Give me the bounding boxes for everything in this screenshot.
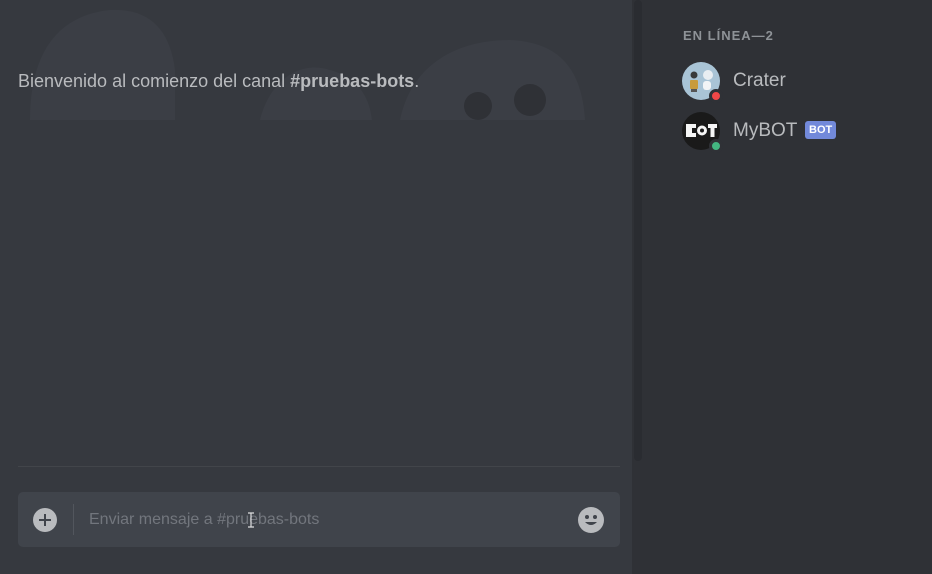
channel-name[interactable]: #pruebas-bots <box>290 71 414 91</box>
member-item-crater[interactable]: Crater <box>682 62 922 106</box>
plus-circle-icon[interactable] <box>33 508 57 532</box>
composer-divider <box>18 466 620 467</box>
emoji-smile-icon[interactable] <box>578 507 604 533</box>
bot-badge: BOT <box>805 121 837 139</box>
composer-separator <box>73 504 74 535</box>
chat-area: Bienvenido al comienzo del canal #prueba… <box>0 0 644 574</box>
member-list: EN LÍNEA—2 Crater MyBOT BOT <box>644 0 932 574</box>
message-input[interactable] <box>89 504 559 535</box>
member-name: Crater <box>733 70 786 91</box>
member-item-mybot[interactable]: MyBOT BOT <box>682 112 922 156</box>
member-name: MyBOT <box>733 120 798 141</box>
message-composer <box>18 492 620 547</box>
status-online-indicator <box>709 139 723 153</box>
welcome-illustration <box>30 9 585 120</box>
welcome-prefix: Bienvenido al comienzo del canal <box>18 71 291 91</box>
status-dnd-indicator <box>709 89 723 103</box>
welcome-suffix: . <box>414 71 420 91</box>
member-group-heading: EN LÍNEA—2 <box>683 28 774 43</box>
channel-welcome-message: Bienvenido al comienzo del canal #prueba… <box>18 71 419 92</box>
scrollbar-thumb[interactable] <box>634 0 642 461</box>
text-cursor-icon <box>248 512 254 528</box>
